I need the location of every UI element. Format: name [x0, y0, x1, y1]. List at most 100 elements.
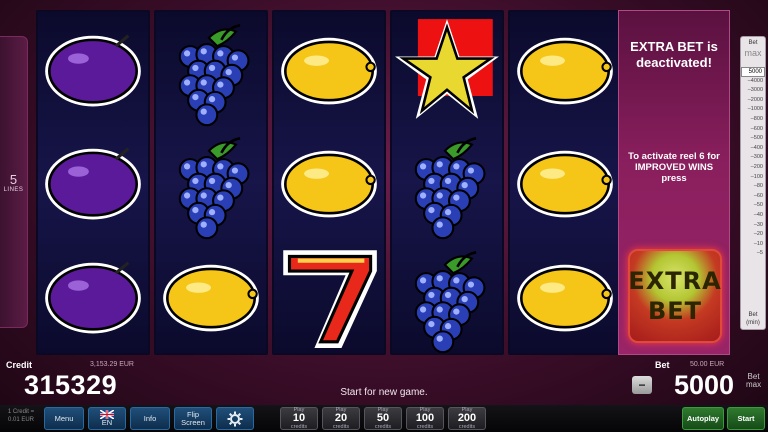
lemon-symbol — [510, 14, 620, 124]
bet-slider-tick[interactable]: –5 — [741, 249, 765, 259]
bet-slider-tick[interactable]: –40 — [741, 211, 765, 221]
bet-slider-tick[interactable]: –400 — [741, 144, 765, 154]
lemon-icon — [517, 151, 613, 218]
lemon-icon — [517, 37, 613, 105]
plum-icon — [45, 34, 141, 107]
bet-slider-tick[interactable]: –20 — [741, 230, 765, 240]
play-amount: 50 — [376, 412, 390, 424]
credit-rate: 1 Credit = 0.01 EUR — [7, 409, 35, 423]
play-amount: 10 — [292, 412, 306, 424]
lemon-symbol — [274, 14, 384, 124]
extra-bet-info: To activate reel 6 for IMPROVED WINS pre… — [628, 151, 720, 184]
grapes-symbol — [392, 241, 502, 354]
bet-slider-tick[interactable]: 5000 — [741, 67, 765, 77]
flip-screen-button[interactable]: Flip Screen — [174, 407, 212, 430]
bet-slider-tick[interactable]: –200 — [741, 163, 765, 173]
bet-slider-tick[interactable]: –300 — [741, 153, 765, 163]
bet-slider-tick[interactable]: –10 — [741, 240, 765, 250]
play-credits-label: credits — [458, 424, 476, 430]
bet-slider-min[interactable]: (min) — [741, 319, 765, 327]
reels — [36, 10, 622, 355]
bet-slider-scale[interactable]: 5000 –4000 –3000 –2000 –1000 –800 –600 –500 –400… — [741, 67, 765, 259]
credit-label: Credit — [6, 360, 33, 370]
bet-value: 5000 — [674, 370, 735, 400]
language-button[interactable]: EN — [88, 407, 126, 430]
plum-symbol — [38, 241, 148, 351]
bottom-toolbar: 1 Credit = 0.01 EUR Menu EN Info Flip Sc… — [0, 405, 768, 432]
seven-icon — [283, 250, 377, 349]
bet-slider-max[interactable]: max — [741, 49, 765, 58]
bet-slider-tick[interactable]: –600 — [741, 125, 765, 135]
grapes-symbol — [156, 14, 266, 127]
plum-symbol — [38, 14, 148, 124]
bet-slider-bottom-label: Bet — [748, 312, 758, 318]
credit-eur: 3,153.29 EUR — [90, 361, 134, 368]
play-200-button[interactable]: Play 200 credits — [448, 407, 486, 430]
star-symbol — [392, 14, 502, 124]
extra-bet-status: EXTRA BET is deactivated! — [630, 39, 718, 70]
grapes-symbol — [156, 127, 266, 240]
plum-symbol — [38, 127, 148, 237]
play-10-button[interactable]: Play 10 credits — [280, 407, 318, 430]
lemon-symbol — [510, 127, 620, 237]
lemon-icon — [517, 264, 613, 332]
play-amount: 200 — [457, 412, 477, 424]
extra-bet-panel: EXTRA BET is deactivated! To activate re… — [618, 10, 730, 355]
bet-slider-tick[interactable]: –80 — [741, 182, 765, 192]
bet-max-line2: max — [746, 380, 762, 389]
play-credits-label: credits — [290, 424, 308, 430]
grapes-icon — [178, 23, 250, 127]
bet-slider-tick[interactable]: –60 — [741, 192, 765, 202]
grapes-icon — [178, 137, 250, 240]
play-credits-label: credits — [332, 424, 350, 430]
bet-slider-tick[interactable]: –30 — [741, 221, 765, 231]
lines-panel[interactable]: 5 LINES — [0, 36, 28, 328]
seven-symbol — [274, 241, 384, 351]
play-amount: 100 — [415, 412, 435, 424]
reel-5 — [508, 10, 622, 355]
bet-slider-tick[interactable]: –500 — [741, 134, 765, 144]
bet-slider-tick[interactable]: –4000 — [741, 77, 765, 87]
bet-eur: 50.00 EUR — [690, 361, 725, 368]
reel-4 — [390, 10, 504, 355]
grapes-symbol — [392, 127, 502, 240]
reel-1 — [36, 10, 150, 355]
lines-label: LINES — [3, 186, 24, 193]
extra-bet-button-line1: EXTRA — [628, 267, 722, 295]
start-button[interactable]: Start — [727, 407, 765, 430]
bet-minus-button[interactable]: − — [632, 376, 652, 394]
lemon-icon — [281, 151, 377, 218]
play-100-button[interactable]: Play 100 credits — [406, 407, 444, 430]
bet-slider-tick[interactable]: –2000 — [741, 96, 765, 106]
bet-label: Bet — [655, 360, 670, 370]
star-icon — [395, 18, 499, 119]
bet-max-button[interactable]: Bet max — [746, 373, 761, 389]
plum-icon — [45, 261, 141, 334]
reel-2 — [154, 10, 268, 355]
settings-button[interactable] — [216, 407, 254, 430]
lines-count: 5 — [9, 171, 18, 187]
autoplay-button[interactable]: Autoplay — [682, 407, 724, 430]
language-label: EN — [101, 418, 113, 427]
lemon-symbol — [510, 241, 620, 351]
grapes-icon — [414, 137, 486, 240]
bet-slider[interactable]: Bet max 5000 –4000 –3000 –2000 –1000 –800 –600… — [740, 36, 766, 330]
bet-slider-top-label: Bet — [748, 40, 758, 46]
menu-button[interactable]: Menu — [44, 407, 84, 430]
play-20-button[interactable]: Play 20 credits — [322, 407, 360, 430]
bet-slider-tick[interactable]: –50 — [741, 201, 765, 211]
extra-bet-button[interactable]: EXTRA BET — [628, 249, 722, 343]
play-amount: 20 — [334, 412, 348, 424]
info-button[interactable]: Info — [130, 407, 170, 430]
bet-slider-tick[interactable]: –800 — [741, 115, 765, 125]
play-50-button[interactable]: Play 50 credits — [364, 407, 402, 430]
bet-slider-tick[interactable]: –3000 — [741, 86, 765, 96]
lemon-icon — [281, 37, 377, 105]
bet-slider-tick[interactable]: –100 — [741, 173, 765, 183]
bet-slider-tick[interactable]: –1000 — [741, 105, 765, 115]
plum-icon — [45, 148, 141, 220]
play-credits-label: credits — [374, 424, 392, 430]
play-credits-label: credits — [416, 424, 434, 430]
game-screen: 5 LINES EXTRA BET is deactivated! To act… — [0, 0, 768, 432]
extra-bet-button-line2: BET — [647, 297, 703, 325]
